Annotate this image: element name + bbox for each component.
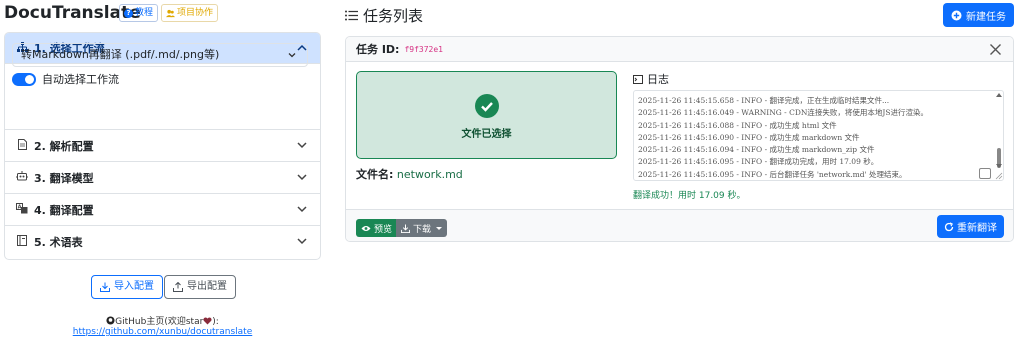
export-icon: [173, 282, 183, 292]
github-home-line: GitHub主页(欢迎star):: [0, 314, 325, 327]
list-icon: [345, 10, 358, 21]
book-icon: [15, 235, 29, 249]
import-config-label: 导入配置: [114, 281, 154, 292]
task-list-title-text: 任务列表: [363, 7, 424, 25]
github-home-text: GitHub主页(欢迎star: [115, 317, 204, 327]
collab-label: 项目协作: [177, 8, 214, 18]
task-list-title: 任务列表: [345, 5, 423, 26]
github-link[interactable]: https://github.com/xunbu/docutranslate: [0, 327, 325, 337]
plus-circle-icon: [951, 10, 962, 20]
section-label: 5. 术语表: [34, 236, 83, 249]
section-label: 4. 翻译配置: [34, 203, 94, 217]
heart-icon: [203, 317, 212, 325]
auto-select-row: 自动选择工作流: [12, 71, 119, 87]
log-line: 2025-11-26 11:45:16.088 - INFO - 成功生成 ht…: [638, 120, 837, 130]
refresh-icon: [944, 221, 954, 231]
retranslate-button[interactable]: 重新翻译: [937, 215, 1004, 238]
new-task-button[interactable]: 新建任务: [943, 3, 1014, 27]
file-name-row: 文件名: network.md: [356, 166, 463, 182]
task-card-footer: 预览 下载 重新翻译: [346, 209, 1013, 241]
retranslate-label: 重新翻译: [957, 223, 997, 234]
log-line: 2025-11-26 11:45:16.049 - WARNING - CDN连…: [638, 108, 929, 118]
new-task-label: 新建任务: [966, 11, 1006, 23]
file-selected-text: 文件已选择: [461, 129, 512, 140]
scroll-up-arrow[interactable]: [996, 93, 1002, 97]
eye-icon: [361, 225, 371, 231]
task-card-header: 任务 ID: f9f372e1: [346, 37, 1013, 62]
log-label: 日志: [647, 73, 669, 86]
section-glossary-header[interactable]: 5. 术语表: [5, 226, 320, 258]
question-icon: ?: [124, 8, 133, 18]
section-translate-config-header[interactable]: A 4. 翻译配置: [5, 194, 320, 226]
task-id-label: 任务 ID:: [356, 43, 400, 56]
task-card: 任务 ID: f9f372e1 文件已选择 文件名: network.md 日志…: [345, 36, 1014, 242]
tutorial-badge[interactable]: ? 教程: [119, 4, 159, 22]
section-model-header[interactable]: 3. 翻译模型: [5, 162, 320, 194]
github-icon: [106, 316, 115, 325]
copy-icon[interactable]: [979, 168, 991, 179]
tutorial-label: 教程: [135, 8, 154, 18]
workflow-select[interactable]: 转Markdown再翻译 (.pdf/.md/.png等): [12, 43, 308, 67]
chevron-down-icon: [288, 53, 296, 58]
download-icon: [401, 223, 410, 233]
workflow-select-value: 转Markdown再翻译 (.pdf/.md/.png等): [21, 48, 220, 61]
section-label: 2. 解析配置: [34, 139, 94, 153]
robot-icon: [15, 171, 29, 184]
file-name-label: 文件名:: [356, 168, 394, 181]
auto-select-label: 自动选择工作流: [42, 73, 119, 86]
log-output[interactable]: 2025-11-26 11:45:15.658 - INFO - 翻译完成，正在…: [633, 90, 1004, 181]
log-lines: 2025-11-26 11:45:15.658 - INFO - 翻译完成，正在…: [638, 95, 929, 180]
export-config-button[interactable]: 导出配置: [164, 275, 236, 299]
log-line: 2025-11-26 11:45:16.095 - INFO - 翻译成功完成，…: [638, 157, 879, 167]
log-label-row: 日志: [633, 71, 669, 87]
github-home-suffix: ):: [212, 317, 219, 327]
translate-icon: A: [15, 202, 29, 217]
file-icon: [15, 138, 29, 153]
section-label: 3. 翻译模型: [34, 171, 94, 185]
success-message: 翻译成功！用时 17.09 秒。: [633, 191, 746, 201]
close-icon[interactable]: [989, 43, 1002, 56]
file-name-value: network.md: [396, 168, 463, 181]
file-drop-zone[interactable]: 文件已选择: [356, 71, 617, 159]
svg-text:A: A: [18, 204, 22, 210]
export-config-label: 导出配置: [187, 281, 227, 292]
check-circle-icon: [475, 94, 499, 118]
chevron-down-icon: [297, 238, 307, 245]
import-icon: [100, 282, 110, 292]
chevron-down-icon: [297, 142, 307, 149]
log-line: 2025-11-26 11:45:15.658 - INFO - 翻译完成，正在…: [638, 96, 890, 105]
terminal-icon: [633, 74, 643, 84]
log-line: 2025-11-26 11:45:16.094 - INFO - 成功生成 ma…: [638, 145, 875, 155]
task-id-value: f9f372e1: [404, 44, 443, 54]
preview-button[interactable]: 预览: [356, 219, 398, 237]
log-line: 2025-11-26 11:45:16.095 - INFO - 后台翻译任务 …: [638, 169, 907, 179]
download-label: 下载: [413, 224, 432, 235]
import-config-button[interactable]: 导入配置: [91, 275, 163, 299]
section-parse-header[interactable]: 2. 解析配置: [5, 130, 320, 162]
log-line: 2025-11-26 11:45:16.090 - INFO - 成功生成 ma…: [638, 132, 860, 142]
download-dropdown-button[interactable]: 下载: [396, 219, 448, 237]
resize-grip-icon[interactable]: [993, 170, 1003, 180]
auto-select-toggle[interactable]: [12, 72, 36, 86]
users-icon: [166, 9, 175, 17]
scroll-down-arrow[interactable]: [996, 164, 1002, 168]
preview-label: 预览: [374, 224, 393, 235]
caret-down-icon: [436, 226, 443, 230]
collab-badge[interactable]: 项目协作: [161, 4, 219, 22]
chevron-down-icon: [297, 174, 307, 181]
chevron-down-icon: [297, 206, 307, 213]
